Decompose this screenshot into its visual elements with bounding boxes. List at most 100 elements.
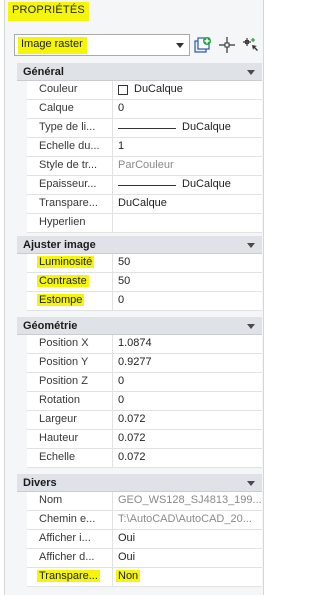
prop-label-cell: Estompe bbox=[27, 292, 113, 311]
prop-value-cell[interactable]: 0 bbox=[114, 100, 262, 119]
prop-value: T:\AutoCAD\AutoCAD_20... bbox=[118, 513, 252, 525]
prop-row-contrast[interactable]: Contraste 50 bbox=[17, 273, 262, 292]
prop-label: Position X bbox=[39, 337, 89, 349]
row-gutter bbox=[17, 100, 27, 119]
prop-value-cell[interactable]: Oui bbox=[114, 530, 262, 549]
prop-row-position-z[interactable]: Position Z 0 bbox=[17, 373, 262, 392]
prop-value-cell[interactable] bbox=[114, 214, 262, 233]
prop-label-cell: Position Z bbox=[27, 373, 113, 392]
prop-label-cell: Position X bbox=[27, 335, 113, 354]
prop-value-cell[interactable]: 0.072 bbox=[114, 430, 262, 449]
prop-row-linetype[interactable]: Type de li... DuCalque bbox=[17, 119, 262, 138]
prop-label: Hyperlien bbox=[39, 216, 86, 228]
prop-label: Largeur bbox=[39, 413, 77, 425]
object-type-value: Image raster bbox=[18, 37, 87, 54]
prop-label: Type de li... bbox=[39, 121, 96, 133]
prop-value-cell[interactable]: 50 bbox=[114, 273, 262, 292]
prop-value: 0.072 bbox=[118, 451, 146, 463]
prop-value: 50 bbox=[118, 275, 131, 287]
prop-label: Echelle du... bbox=[39, 140, 100, 152]
prop-value-cell[interactable]: Non bbox=[114, 568, 262, 587]
prop-row-linetype-scale[interactable]: Echelle du... 1 bbox=[17, 138, 262, 157]
section-misc-header[interactable]: Divers bbox=[17, 474, 262, 492]
prop-row-rotation[interactable]: Rotation 0 bbox=[17, 392, 262, 411]
prop-row-hyperlink[interactable]: Hyperlien bbox=[17, 214, 262, 233]
prop-row-show-image[interactable]: Afficher i... Oui bbox=[17, 530, 262, 549]
prop-value-cell[interactable]: 0.072 bbox=[114, 449, 262, 468]
toggle-pickadd-button[interactable] bbox=[241, 36, 259, 54]
prop-row-transparency-misc[interactable]: Transpare... Non bbox=[17, 568, 262, 587]
prop-value-cell[interactable]: 1.0874 bbox=[114, 335, 262, 354]
prop-value-cell[interactable]: 0 bbox=[114, 373, 262, 392]
prop-value: 0 bbox=[118, 294, 125, 306]
prop-value-cell: GEO_WS128_SJ4813_199... bbox=[114, 492, 262, 511]
section-misc: Divers Nom GEO_WS128_SJ4813_199... Chemi… bbox=[17, 474, 262, 587]
prop-value-cell[interactable]: 1 bbox=[114, 138, 262, 157]
prop-value-cell[interactable]: 0.072 bbox=[114, 411, 262, 430]
prop-label-cell: Largeur bbox=[27, 411, 113, 430]
select-objects-button[interactable] bbox=[218, 36, 236, 54]
prop-value: DuCalque bbox=[182, 178, 231, 190]
prop-value-cell: ParCouleur bbox=[114, 157, 262, 176]
prop-row-name[interactable]: Nom GEO_WS128_SJ4813_199... bbox=[17, 492, 262, 511]
section-general-header[interactable]: Général bbox=[17, 63, 262, 81]
palette-title-bar[interactable]: PROPRIÉTÉS bbox=[5, 0, 265, 25]
prop-value-cell[interactable]: DuCalque bbox=[114, 195, 262, 214]
row-gutter bbox=[17, 449, 27, 468]
prop-row-couleur[interactable]: Couleur DuCalque bbox=[17, 81, 262, 100]
prop-row-calque[interactable]: Calque 0 bbox=[17, 100, 262, 119]
prop-row-transparency[interactable]: Transpare... DuCalque bbox=[17, 195, 262, 214]
prop-value-cell[interactable]: 0 bbox=[114, 292, 262, 311]
prop-label: Luminosité bbox=[37, 256, 95, 268]
prop-value: 0 bbox=[118, 375, 125, 387]
prop-row-plot-style[interactable]: Style de tr... ParCouleur bbox=[17, 157, 262, 176]
prop-value-cell[interactable]: DuCalque bbox=[114, 176, 262, 195]
prop-label: Style de tr... bbox=[39, 159, 98, 171]
collapse-icon[interactable] bbox=[247, 243, 255, 248]
row-gutter bbox=[17, 354, 27, 373]
prop-row-lineweight[interactable]: Epaisseur... DuCalque bbox=[17, 176, 262, 195]
prop-value-cell[interactable]: DuCalque bbox=[114, 81, 262, 100]
row-gutter bbox=[17, 81, 27, 100]
row-gutter bbox=[17, 411, 27, 430]
prop-value: 0.072 bbox=[118, 432, 146, 444]
prop-value-cell[interactable]: DuCalque bbox=[114, 119, 262, 138]
palette-title: PROPRIÉTÉS bbox=[8, 2, 89, 21]
section-adjust-header[interactable]: Ajuster image bbox=[17, 236, 262, 254]
prop-value-cell[interactable]: 0 bbox=[114, 392, 262, 411]
quick-select-button[interactable] bbox=[194, 36, 212, 54]
collapse-icon[interactable] bbox=[247, 481, 255, 486]
selection-toolbar: Image raster bbox=[5, 34, 265, 60]
collapse-icon[interactable] bbox=[247, 324, 255, 329]
prop-label-cell: Transpare... bbox=[27, 568, 113, 587]
prop-label-cell: Transpare... bbox=[27, 195, 113, 214]
row-gutter bbox=[17, 254, 27, 273]
prop-row-position-y[interactable]: Position Y 0.9277 bbox=[17, 354, 262, 373]
collapse-icon[interactable] bbox=[247, 70, 255, 75]
prop-label: Chemin e... bbox=[39, 513, 96, 525]
linetype-sample bbox=[118, 128, 176, 129]
section-general-title: Général bbox=[23, 66, 64, 78]
prop-value: Oui bbox=[118, 551, 136, 563]
row-gutter bbox=[17, 292, 27, 311]
prop-label-cell: Epaisseur... bbox=[27, 176, 113, 195]
row-gutter bbox=[17, 195, 27, 214]
prop-row-width[interactable]: Largeur 0.072 bbox=[17, 411, 262, 430]
section-geometry-header[interactable]: Géométrie bbox=[17, 317, 262, 335]
prop-row-height[interactable]: Hauteur 0.072 bbox=[17, 430, 262, 449]
prop-row-scale[interactable]: Echelle 0.072 bbox=[17, 449, 262, 468]
prop-row-path[interactable]: Chemin e... T:\AutoCAD\AutoCAD_20... bbox=[17, 511, 262, 530]
object-type-dropdown[interactable]: Image raster bbox=[14, 34, 190, 56]
prop-row-show-clipped[interactable]: Afficher d... Oui bbox=[17, 549, 262, 568]
row-gutter bbox=[17, 392, 27, 411]
prop-row-fade[interactable]: Estompe 0 bbox=[17, 292, 262, 311]
prop-value-cell[interactable]: 50 bbox=[114, 254, 262, 273]
prop-row-position-x[interactable]: Position X 1.0874 bbox=[17, 335, 262, 354]
prop-label-cell: Afficher i... bbox=[27, 530, 113, 549]
prop-value: 50 bbox=[118, 256, 131, 268]
row-gutter bbox=[17, 511, 27, 530]
prop-value-cell[interactable]: 0.9277 bbox=[114, 354, 262, 373]
prop-label: Hauteur bbox=[39, 432, 79, 444]
prop-row-brightness[interactable]: Luminosité 50 bbox=[17, 254, 262, 273]
prop-value-cell[interactable]: Oui bbox=[114, 549, 262, 568]
